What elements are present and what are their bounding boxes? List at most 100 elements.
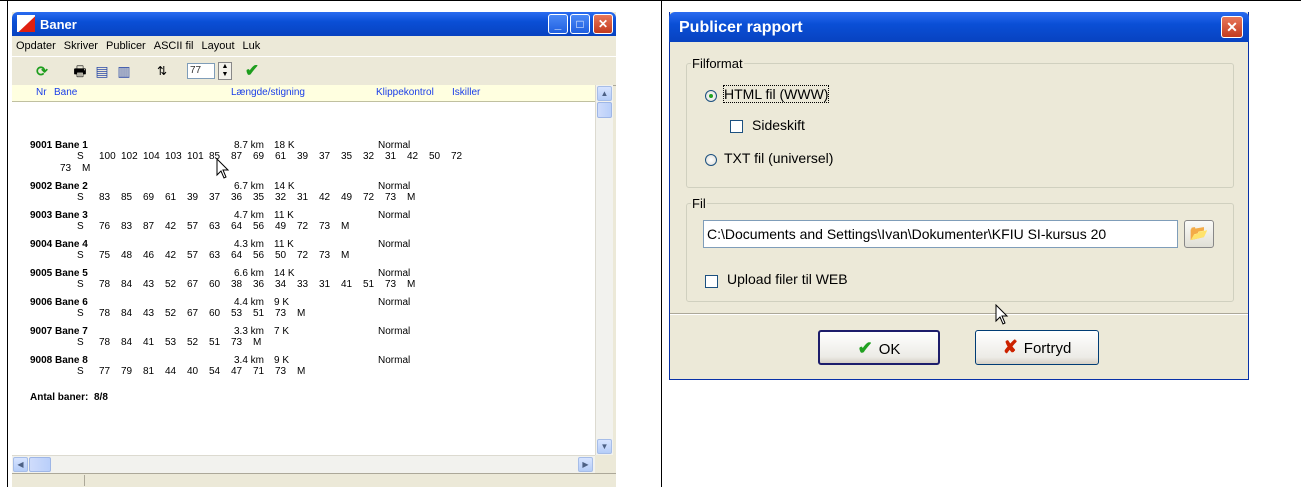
menu-skriver[interactable]: Skriver	[60, 36, 102, 52]
control-code: 61	[165, 192, 177, 203]
print-icon[interactable]: 🖶	[70, 61, 90, 81]
menu-opdater[interactable]: Opdater	[12, 36, 60, 52]
header-bane[interactable]: Bane	[54, 87, 77, 98]
control-code: S	[77, 250, 84, 261]
control-code: 73	[319, 250, 331, 261]
vertical-scrollbar[interactable]: ▲ ▼	[595, 85, 613, 455]
control-code: 51	[253, 308, 265, 319]
cancel-label: Fortryd	[1023, 340, 1072, 357]
control-code: 102	[121, 151, 138, 162]
control-code: 81	[143, 366, 155, 377]
control-code: 67	[187, 308, 199, 319]
spin-stepper[interactable]: ▲ ▼	[218, 62, 232, 80]
sideskift-label[interactable]: Sideskift	[752, 117, 805, 133]
minimize-button[interactable]: _	[548, 14, 568, 34]
file-path-input[interactable]: C:\Documents and Settings\Ivan\Dokumente…	[703, 220, 1178, 248]
txt-option-label[interactable]: TXT fil (universel)	[724, 150, 833, 166]
course-name: 9001 Bane 1	[30, 140, 88, 151]
status-separator	[84, 475, 85, 486]
header-klippekontrol[interactable]: Klippekontrol	[376, 87, 434, 98]
course-name: 9006 Bane 6	[30, 297, 88, 308]
control-code: 83	[99, 192, 111, 203]
course-name: 9005 Bane 5	[30, 268, 88, 279]
course-status: Normal	[378, 210, 411, 221]
spin-value-input[interactable]: 77	[187, 63, 215, 79]
control-code: M	[297, 308, 306, 319]
scroll-down-button[interactable]: ▼	[597, 439, 612, 454]
menu-layout[interactable]: Layout	[197, 36, 238, 52]
scroll-up-button[interactable]: ▲	[597, 86, 612, 101]
html-option-label[interactable]: HTML fil (WWW)	[722, 85, 830, 103]
course-name: 9002 Bane 2	[30, 181, 88, 192]
ok-button[interactable]: ✔ OK	[818, 330, 940, 365]
control-code: 54	[209, 366, 221, 377]
toolbar: ⟳ 🖶 ▤ ▥ ⇅ 77 ▲ ▼ ✔	[12, 56, 616, 86]
course-climb: 11 K	[274, 239, 294, 250]
upload-label[interactable]: Upload filer til WEB	[727, 271, 848, 287]
export-icon[interactable]: ▥	[114, 61, 134, 81]
control-code: 73	[319, 221, 331, 232]
html-radio[interactable]	[705, 90, 717, 102]
cancel-button[interactable]: ✘ Fortryd	[975, 330, 1099, 365]
menu-luk[interactable]: Luk	[239, 36, 265, 52]
scroll-right-button[interactable]: ▶	[578, 457, 593, 472]
hscroll-thumb[interactable]	[29, 457, 51, 472]
control-code: 42	[165, 221, 177, 232]
control-code: 31	[385, 151, 397, 162]
menu-bar: Opdater Skriver Publicer ASCII fil Layout Luk	[12, 36, 616, 56]
scroll-thumb[interactable]	[597, 102, 612, 118]
sideskift-checkbox[interactable]	[730, 120, 743, 133]
menu-ascii-fil[interactable]: ASCII fil	[150, 36, 198, 52]
baner-window: Baner _ □ ✕ Opdater Skriver Publicer ASCII …	[12, 12, 616, 487]
course-name: 9004 Bane 4	[30, 239, 88, 250]
control-code: 72	[363, 192, 375, 203]
scroll-left-button[interactable]: ◀	[13, 457, 28, 472]
course-length: 3.3 km	[234, 326, 265, 337]
control-code: M	[341, 221, 350, 232]
control-code: 69	[253, 151, 265, 162]
control-code: 36	[231, 192, 243, 203]
control-code: 63	[209, 221, 221, 232]
close-button[interactable]: ✕	[593, 14, 613, 34]
print-preview-icon[interactable]: ▤	[92, 61, 112, 81]
control-code: 85	[121, 192, 133, 203]
control-code: 35	[253, 192, 265, 203]
header-iskiller[interactable]: Iskiller	[452, 87, 480, 98]
folder-open-icon: 📂	[1189, 225, 1209, 242]
horizontal-scrollbar[interactable]: ◀ ▶	[12, 455, 595, 473]
checkmark-icon: ✔	[857, 338, 873, 358]
course-length: 3.4 km	[234, 355, 265, 366]
control-code: 100	[99, 151, 116, 162]
header-laengde[interactable]: Længde/stigning	[231, 87, 305, 98]
control-code: 41	[341, 279, 353, 290]
upload-checkbox[interactable]	[705, 275, 718, 288]
menu-publicer[interactable]: Publicer	[102, 36, 150, 52]
control-code: 72	[451, 151, 463, 162]
txt-radio[interactable]	[705, 154, 717, 166]
refresh-icon[interactable]: ⟳	[32, 61, 52, 81]
course-status: Normal	[378, 355, 411, 366]
dialog-close-button[interactable]: ✕	[1221, 16, 1243, 38]
control-code: 60	[209, 279, 221, 290]
control-code: 53	[165, 337, 177, 348]
control-code: 32	[363, 151, 375, 162]
mouse-cursor-icon	[216, 158, 230, 179]
maximize-button[interactable]: □	[570, 14, 590, 34]
control-code: 84	[121, 308, 133, 319]
course-list[interactable]: 9001 Bane 1 8.7 km 18 K Normal S 100 102 104 103…	[12, 102, 595, 455]
control-code: S	[77, 279, 84, 290]
browse-button[interactable]: 📂	[1184, 220, 1214, 248]
check-icon[interactable]: ✔	[242, 61, 262, 81]
title-bar[interactable]: Baner _ □ ✕	[12, 12, 616, 36]
filter-icon[interactable]: ⇅	[152, 61, 172, 81]
mouse-cursor-icon	[995, 304, 1009, 325]
control-code: 78	[99, 337, 111, 348]
dialog-title-bar[interactable]: Publicer rapport ✕	[669, 12, 1249, 42]
control-code: 38	[231, 279, 243, 290]
control-code: M	[297, 366, 306, 377]
control-code: 44	[165, 366, 177, 377]
control-code: 52	[165, 308, 177, 319]
header-nr[interactable]: Nr	[36, 87, 47, 98]
control-code: S	[77, 366, 84, 377]
control-code: 56	[253, 250, 265, 261]
